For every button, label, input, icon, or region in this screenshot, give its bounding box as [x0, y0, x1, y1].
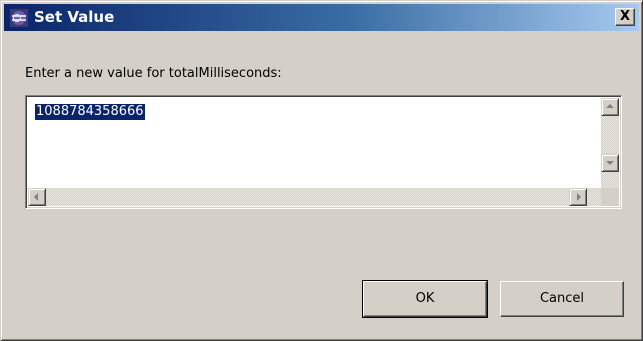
cancel-button[interactable]: Cancel [500, 281, 624, 317]
set-value-dialog: Set Value X Enter a new value for totalM… [0, 0, 643, 341]
scroll-down-button[interactable] [601, 154, 619, 172]
vertical-scrollbar[interactable] [601, 98, 619, 190]
app-icon [10, 9, 28, 27]
arrow-left-icon [34, 193, 38, 201]
title-bar[interactable]: Set Value X [4, 4, 639, 31]
prompt-label: Enter a new value for totalMilliseconds: [25, 66, 282, 81]
scroll-left-button[interactable] [28, 188, 46, 206]
dialog-title: Set Value [34, 8, 115, 26]
close-button[interactable]: X [615, 8, 635, 26]
scroll-right-button[interactable] [569, 188, 587, 206]
ok-button[interactable]: OK [362, 280, 488, 318]
scroll-up-button[interactable] [601, 98, 619, 116]
arrow-right-icon [577, 193, 581, 201]
horizontal-scrollbar[interactable] [28, 188, 601, 206]
close-icon: X [619, 9, 631, 24]
arrow-down-icon [606, 161, 614, 165]
scrollbar-corner [601, 188, 619, 206]
selected-value-text[interactable]: 1088784358666 [35, 104, 145, 120]
value-textarea[interactable]: 1088784358666 [25, 95, 622, 209]
arrow-up-icon [606, 104, 614, 108]
